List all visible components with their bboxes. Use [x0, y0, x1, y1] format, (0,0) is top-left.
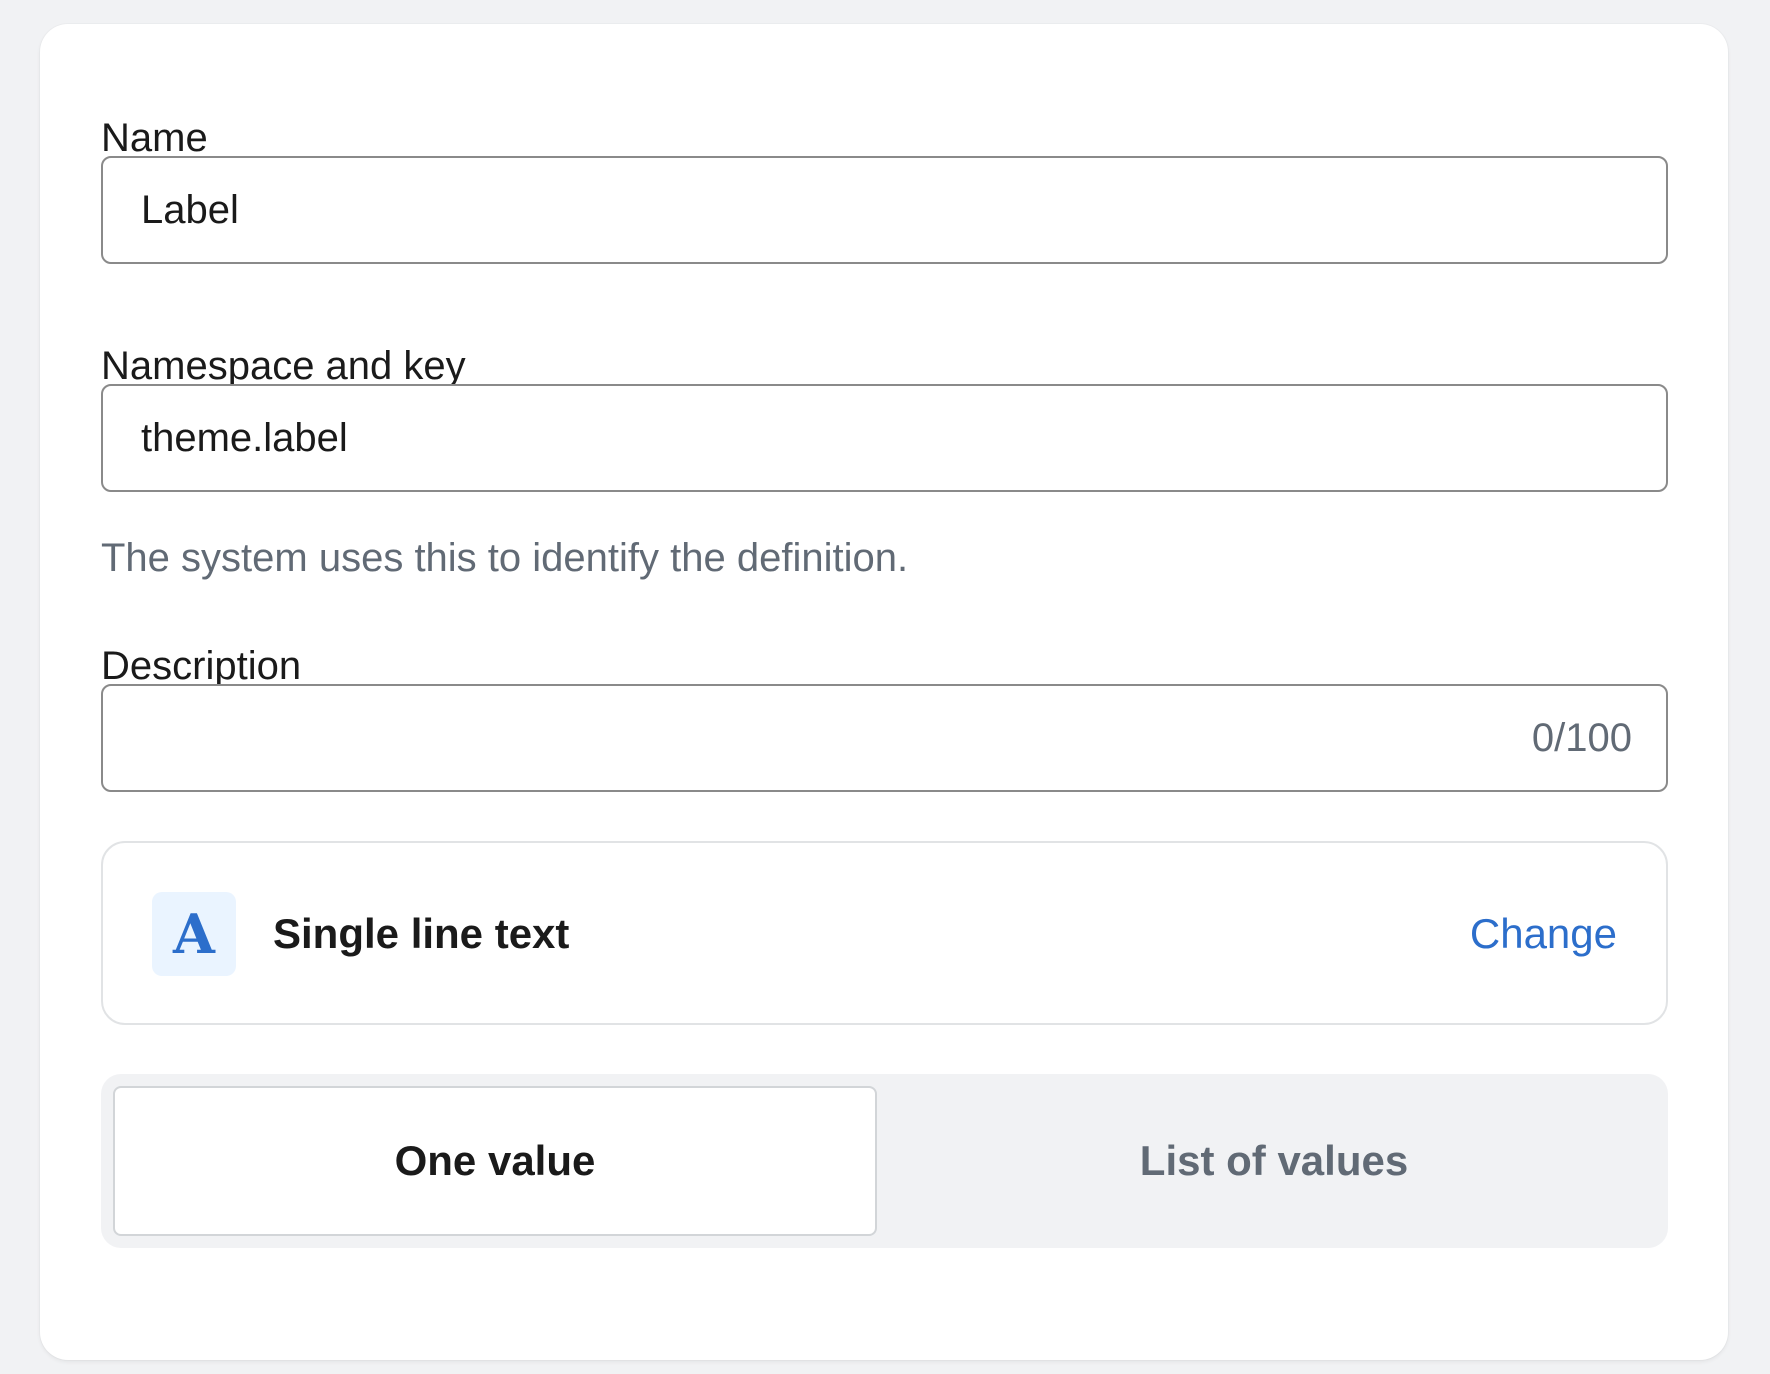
description-character-counter: 0/100: [1531, 716, 1632, 760]
one-value-option[interactable]: One value: [113, 1086, 877, 1236]
metafield-definition-card: Name Namespace and key The system uses t…: [40, 24, 1728, 1360]
description-field: 0/100: [101, 684, 1668, 792]
name-field-label: Name: [101, 116, 208, 160]
text-type-icon: A: [152, 892, 236, 976]
description-input[interactable]: [101, 684, 1668, 792]
list-of-values-option[interactable]: List of values: [892, 1086, 1656, 1236]
namespace-key-input[interactable]: [101, 384, 1668, 492]
namespace-key-help-text: The system uses this to identify the def…: [101, 536, 909, 580]
namespace-key-field-label: Namespace and key: [101, 344, 466, 388]
change-type-link[interactable]: Change: [1470, 909, 1617, 959]
type-label: Single line text: [273, 910, 570, 957]
name-input[interactable]: [101, 156, 1668, 264]
type-selector: A Single line text Change: [101, 841, 1668, 1025]
description-field-label: Description: [101, 644, 302, 688]
value-mode-segmented-control: One value List of values: [101, 1074, 1668, 1248]
